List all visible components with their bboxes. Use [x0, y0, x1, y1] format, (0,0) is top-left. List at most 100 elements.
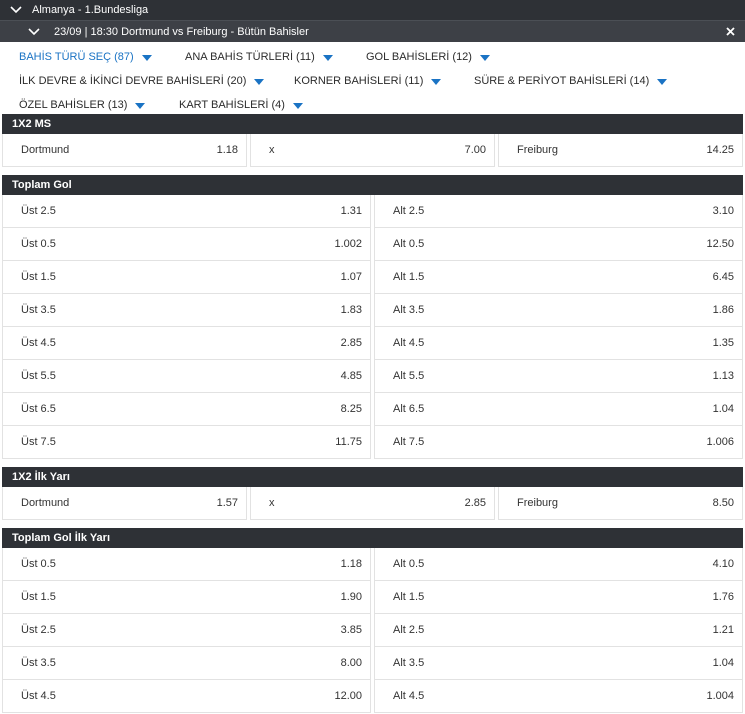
- odds-row: Üst 2.5 3.85 Alt 2.5 1.21: [2, 614, 743, 647]
- odd-button-over[interactable]: Üst 2.5 1.31: [2, 195, 371, 228]
- under-label: Alt 2.5: [393, 205, 425, 217]
- match-header[interactable]: 23/09 | 18:30 Dortmund vs Freiburg - Büt…: [0, 20, 745, 42]
- under-label: Alt 0.5: [393, 558, 425, 570]
- caret-down-icon: [431, 78, 442, 85]
- odd-button-under[interactable]: Alt 4.5 1.004: [374, 680, 743, 713]
- under-label: Alt 5.5: [393, 370, 425, 382]
- under-label: Alt 4.5: [393, 690, 425, 702]
- odd-button-over[interactable]: Üst 7.5 11.75: [2, 426, 371, 459]
- filter-card-bets[interactable]: KART BAHİSLERİ (4): [179, 93, 303, 117]
- odd-button-home[interactable]: Dortmund 1.57: [2, 487, 247, 520]
- chevron-down-icon[interactable]: [10, 3, 24, 17]
- over-odd: 3.85: [340, 624, 362, 636]
- odd-button-away[interactable]: Freiburg 8.50: [498, 487, 743, 520]
- under-odd: 1.04: [712, 403, 734, 415]
- over-odd: 1.18: [340, 558, 362, 570]
- odd-button-draw[interactable]: x 7.00: [250, 134, 495, 167]
- over-label: Üst 4.5: [21, 690, 56, 702]
- caret-down-icon: [135, 102, 146, 109]
- odd-button-home[interactable]: Dortmund 1.18: [2, 134, 247, 167]
- odd-button-away[interactable]: Freiburg 14.25: [498, 134, 743, 167]
- filter-select-bet-type[interactable]: BAHİS TÜRÜ SEÇ (87): [19, 45, 152, 69]
- filter-half-bets[interactable]: İLK DEVRE & İKİNCİ DEVRE BAHİSLERİ (20): [19, 69, 265, 93]
- odd-button-over[interactable]: Üst 4.5 2.85: [2, 327, 371, 360]
- odd-button-under[interactable]: Alt 6.5 1.04: [374, 393, 743, 426]
- over-label: Üst 2.5: [21, 624, 56, 636]
- filter-main-bets[interactable]: ANA BAHİS TÜRLERİ (11): [185, 45, 333, 69]
- market-grid-total-goals: Üst 2.5 1.31 Alt 2.5 3.10 Üst 0.5 1.002 Alt 0.…: [2, 195, 743, 467]
- market-header-1x2-first-half: 1X2 İlk Yarı: [2, 467, 743, 487]
- under-odd: 3.10: [712, 205, 734, 217]
- odd-button-over[interactable]: Üst 4.5 12.00: [2, 680, 371, 713]
- under-label: Alt 3.5: [393, 657, 425, 669]
- odd-button-under[interactable]: Alt 4.5 1.35: [374, 327, 743, 360]
- odd-button-under[interactable]: Alt 1.5 1.76: [374, 581, 743, 614]
- caret-down-icon: [141, 54, 152, 61]
- odds-row: Üst 4.5 12.00 Alt 4.5 1.004: [2, 680, 743, 713]
- over-odd: 8.00: [340, 657, 362, 669]
- bet-type-filters: BAHİS TÜRÜ SEÇ (87) ANA BAHİS TÜRLERİ (1…: [0, 42, 745, 114]
- over-label: Üst 5.5: [21, 370, 56, 382]
- odd-button-over[interactable]: Üst 2.5 3.85: [2, 614, 371, 647]
- odds-row: Üst 1.5 1.90 Alt 1.5 1.76: [2, 581, 743, 614]
- odd-button-under[interactable]: Alt 0.5 4.10: [374, 548, 743, 581]
- odds-row: Üst 4.5 2.85 Alt 4.5 1.35: [2, 327, 743, 360]
- odd-button-over[interactable]: Üst 0.5 1.002: [2, 228, 371, 261]
- over-odd: 1.002: [334, 238, 362, 250]
- market-header-total-goals: Toplam Gol: [2, 175, 743, 195]
- odds-row: Üst 5.5 4.85 Alt 5.5 1.13: [2, 360, 743, 393]
- odd-button-over[interactable]: Üst 5.5 4.85: [2, 360, 371, 393]
- market-header-1x2: 1X2 MS: [2, 114, 743, 134]
- over-odd: 1.90: [340, 591, 362, 603]
- odds-row: Üst 0.5 1.18 Alt 0.5 4.10: [2, 548, 743, 581]
- under-odd: 12.50: [706, 238, 734, 250]
- odd-button-over[interactable]: Üst 3.5 8.00: [2, 647, 371, 680]
- under-odd: 1.04: [712, 657, 734, 669]
- filter-goal-bets[interactable]: GOL BAHİSLERİ (12): [366, 45, 490, 69]
- under-label: Alt 0.5: [393, 238, 425, 250]
- close-icon[interactable]: [723, 24, 737, 38]
- under-label: Alt 4.5: [393, 337, 425, 349]
- under-label: Alt 1.5: [393, 591, 425, 603]
- under-odd: 1.006: [706, 436, 734, 448]
- odd-button-over[interactable]: Üst 1.5 1.07: [2, 261, 371, 294]
- filter-period-bets[interactable]: SÜRE & PERİYOT BAHİSLERİ (14): [474, 69, 668, 93]
- market-row-1x2: Dortmund 1.18 x 7.00 Freiburg 14.25: [2, 134, 743, 167]
- odd-button-over[interactable]: Üst 1.5 1.90: [2, 581, 371, 614]
- odd-button-under[interactable]: Alt 7.5 1.006: [374, 426, 743, 459]
- spacer: [2, 459, 743, 467]
- odd-button-under[interactable]: Alt 2.5 3.10: [374, 195, 743, 228]
- odd-button-draw[interactable]: x 2.85: [250, 487, 495, 520]
- caret-down-icon: [479, 54, 490, 61]
- over-label: Üst 1.5: [21, 591, 56, 603]
- odd-button-over[interactable]: Üst 0.5 1.18: [2, 548, 371, 581]
- under-odd: 1.004: [706, 690, 734, 702]
- chevron-down-icon[interactable]: [28, 25, 42, 39]
- over-label: Üst 4.5: [21, 337, 56, 349]
- caret-down-icon: [254, 78, 265, 85]
- odd-button-under[interactable]: Alt 1.5 6.45: [374, 261, 743, 294]
- over-label: Üst 3.5: [21, 304, 56, 316]
- odd-button-under[interactable]: Alt 0.5 12.50: [374, 228, 743, 261]
- over-label: Üst 1.5: [21, 271, 56, 283]
- odd-button-under[interactable]: Alt 5.5 1.13: [374, 360, 743, 393]
- filter-special-bets[interactable]: ÖZEL BAHİSLER (13): [19, 93, 146, 117]
- odds-row: Üst 0.5 1.002 Alt 0.5 12.50: [2, 228, 743, 261]
- match-title: 23/09 | 18:30 Dortmund vs Freiburg - Büt…: [54, 25, 309, 38]
- league-header[interactable]: Almanya - 1.Bundesliga: [0, 0, 745, 20]
- odd-button-under[interactable]: Alt 3.5 1.04: [374, 647, 743, 680]
- league-title: Almanya - 1.Bundesliga: [32, 4, 149, 16]
- under-label: Alt 1.5: [393, 271, 425, 283]
- under-label: Alt 6.5: [393, 403, 425, 415]
- under-label: Alt 7.5: [393, 436, 425, 448]
- odd-button-over[interactable]: Üst 3.5 1.83: [2, 294, 371, 327]
- over-odd: 1.07: [340, 271, 362, 283]
- caret-down-icon: [657, 78, 668, 85]
- caret-down-icon: [322, 54, 333, 61]
- odd-button-under[interactable]: Alt 2.5 1.21: [374, 614, 743, 647]
- odd-button-over[interactable]: Üst 6.5 8.25: [2, 393, 371, 426]
- filter-corner-bets[interactable]: KORNER BAHİSLERİ (11): [294, 69, 442, 93]
- caret-down-icon: [292, 102, 303, 109]
- under-label: Alt 2.5: [393, 624, 425, 636]
- odd-button-under[interactable]: Alt 3.5 1.86: [374, 294, 743, 327]
